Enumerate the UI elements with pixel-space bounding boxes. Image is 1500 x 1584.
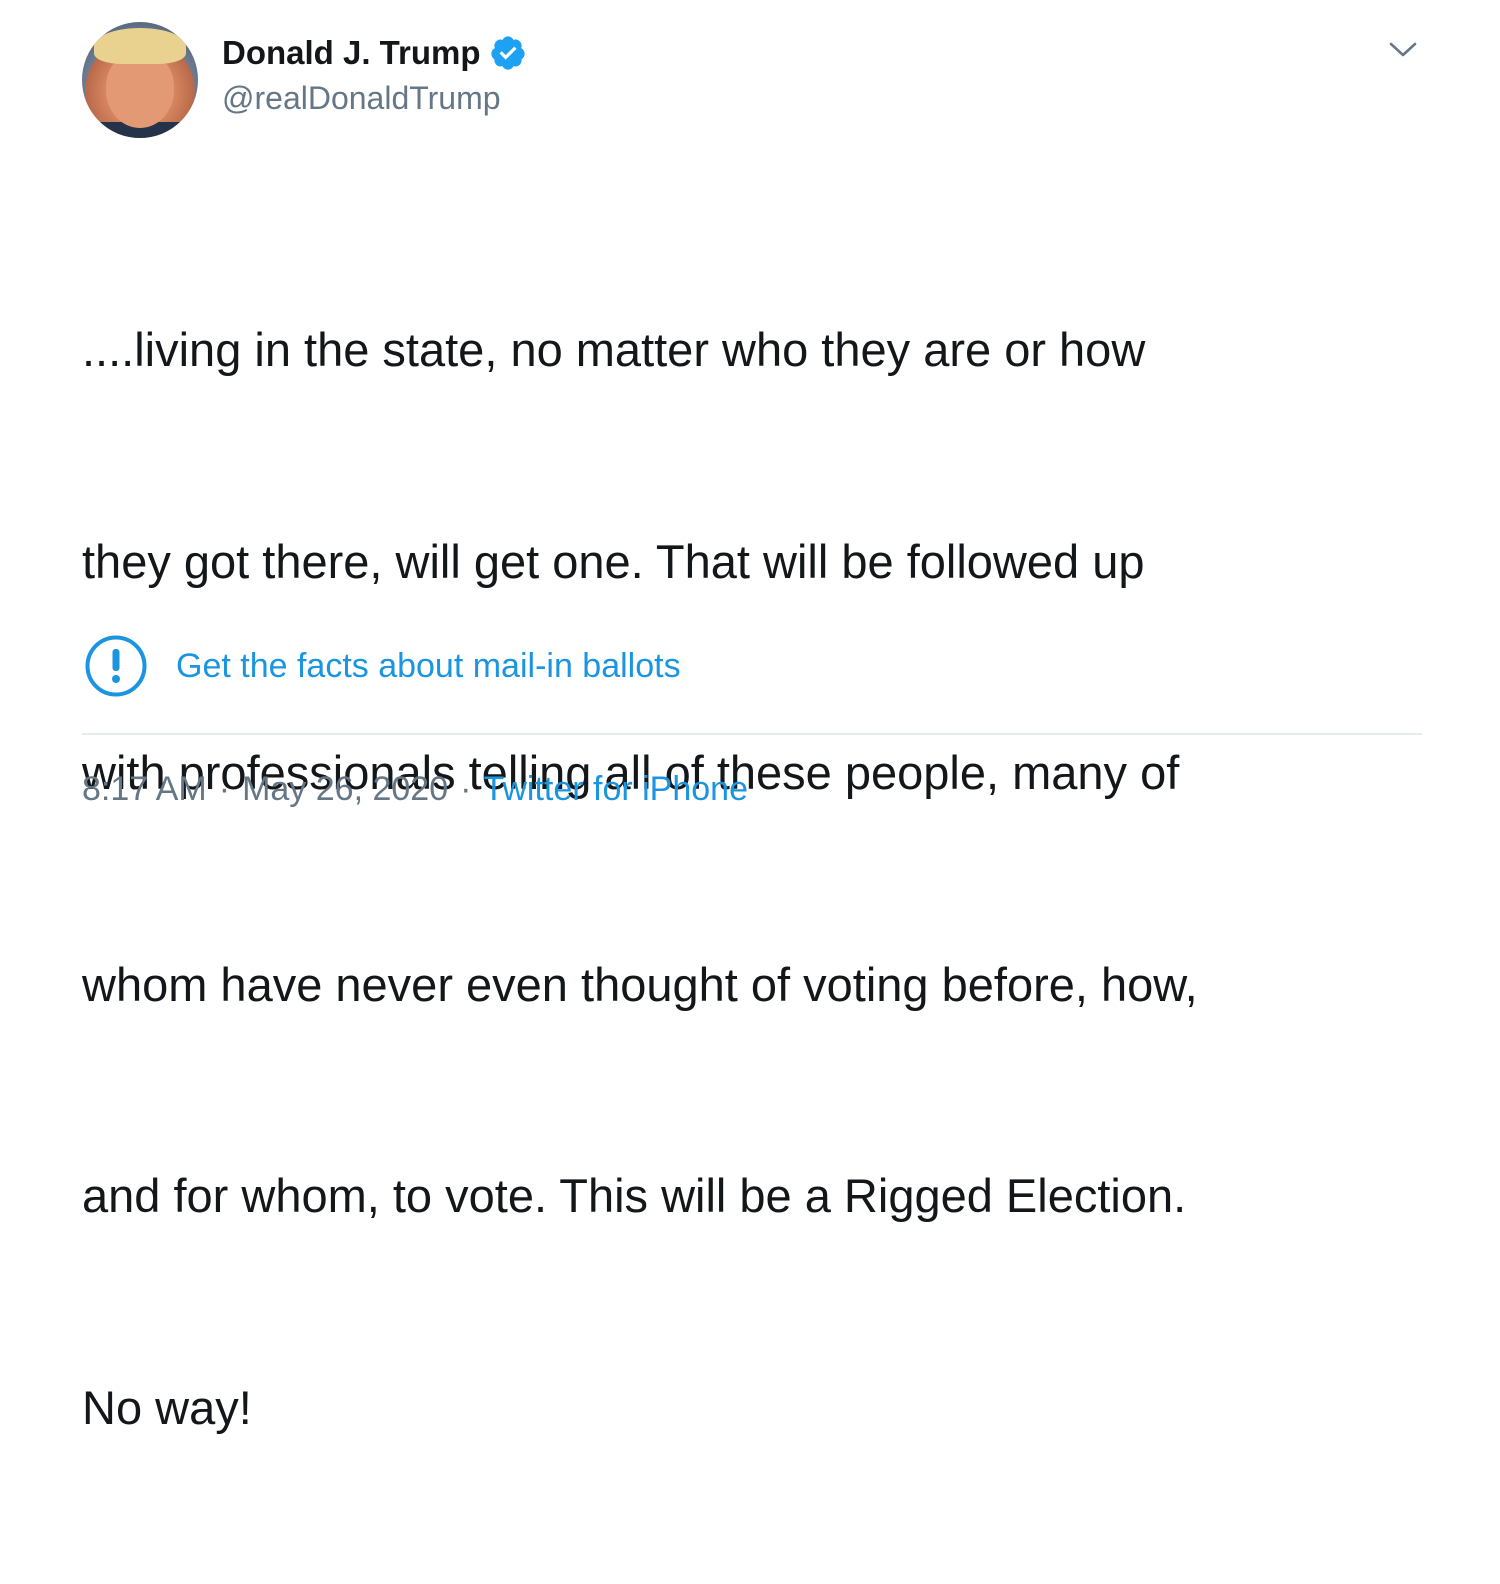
fact-check-link[interactable]: Get the facts about mail-in ballots <box>176 647 681 686</box>
author-name-row: Donald J. Trump <box>222 32 527 74</box>
author-handle[interactable]: @realDonaldTrump <box>222 80 501 117</box>
exclamation-circle-icon <box>85 635 147 697</box>
tweet-card: Donald J. Trump @realDonaldTrump ....liv… <box>0 0 1500 1434</box>
meta-separator: · <box>218 770 231 808</box>
tweet-text: ....living in the state, no matter who t… <box>82 174 1402 1584</box>
tweet-meta: 8:17 AM · May 26, 2020 · Twitter for iPh… <box>82 770 748 809</box>
tweet-text-line: and for whom, to vote. This will be a Ri… <box>82 1169 1187 1222</box>
tweet-source-link[interactable]: Twitter for iPhone <box>483 770 748 809</box>
tweet-text-line: they got there, will get one. That will … <box>82 534 1145 588</box>
chevron-down-icon[interactable] <box>1386 36 1420 62</box>
tweet-text-line: ....living in the state, no matter who t… <box>82 323 1146 376</box>
tweet-text-line: whom have never even thought of voting b… <box>82 957 1198 1011</box>
tweet-time[interactable]: 8:17 AM <box>82 770 207 809</box>
meta-separator: · <box>460 770 472 808</box>
verified-badge-icon <box>490 36 525 70</box>
avatar[interactable] <box>82 22 198 138</box>
tweet-date[interactable]: May 26, 2020 <box>242 770 448 809</box>
tweet-text-line: No way! <box>82 1380 252 1434</box>
divider <box>82 733 1422 735</box>
author-display-name[interactable]: Donald J. Trump <box>222 34 481 72</box>
avatar-hair <box>94 28 186 64</box>
fact-check-notice[interactable]: Get the facts about mail-in ballots <box>84 634 681 698</box>
